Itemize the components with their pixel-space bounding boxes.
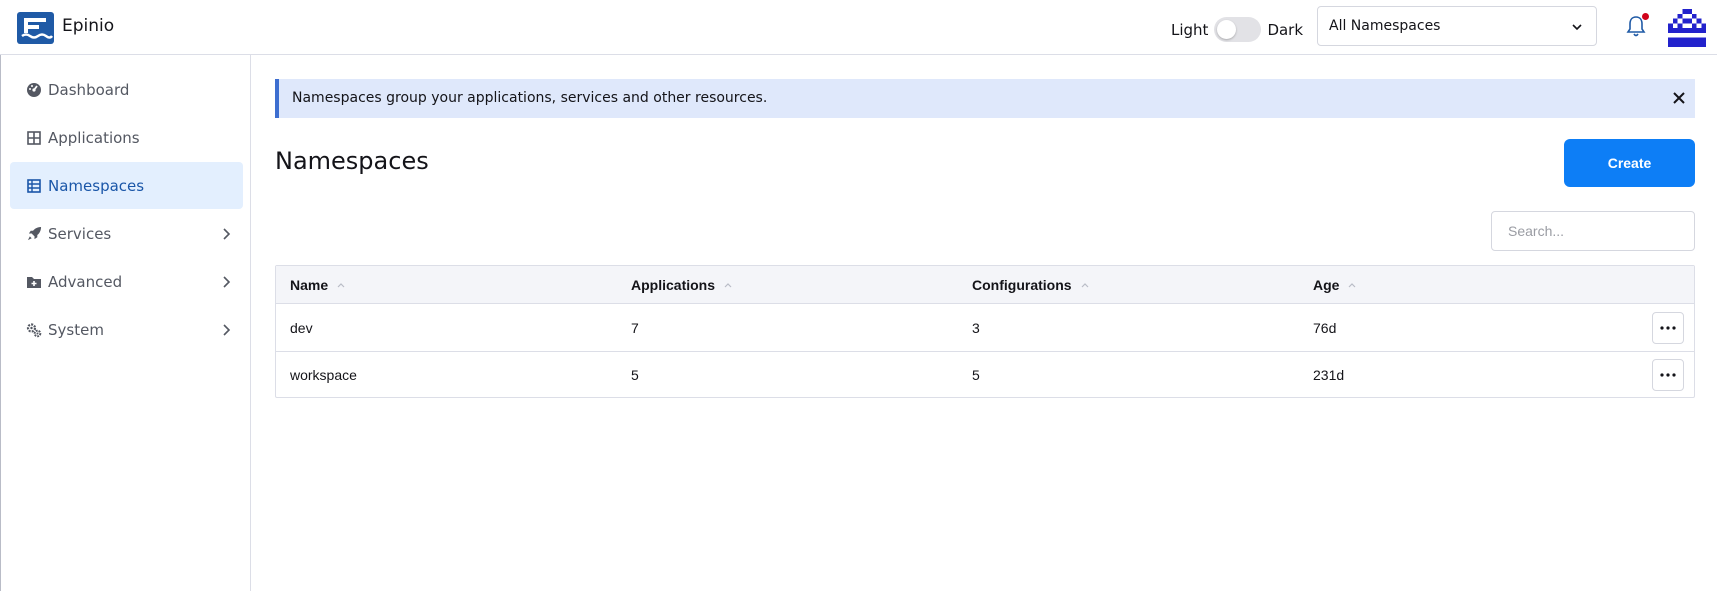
sort-up-icon [337,283,345,288]
top-header: Epinio Light Dark All Namespaces [0,0,1717,55]
cell-age: 76d [1313,320,1337,336]
theme-toggle[interactable] [1214,17,1262,42]
theme-light-label: Light [1171,20,1209,39]
avatar[interactable] [1668,9,1706,47]
cell-applications: 5 [631,367,639,383]
sort-up-icon [1349,283,1356,288]
sidebar-item-label: Namespaces [48,176,145,195]
cell-configurations: 3 [972,320,980,336]
sidebar: Dashboard Applications Namespaces Servic… [0,55,251,591]
sidebar-item-namespaces[interactable]: Namespaces [10,162,243,209]
chevron-right-icon [223,276,231,288]
banner-text: Namespaces group your applications, serv… [292,90,768,106]
chevron-right-icon [223,228,231,240]
close-icon[interactable] [1672,91,1686,105]
sort-up-icon [724,283,732,288]
sidebar-item-label: Services [48,224,112,243]
list-icon [26,178,42,194]
folder-plus-icon [26,274,42,290]
column-header-applications[interactable]: Applications [631,277,733,293]
notification-dot [1642,13,1649,20]
table-row: dev 7 3 76d [276,305,1694,352]
cell-name: workspace [290,367,357,383]
toggle-knob [1217,20,1237,39]
more-horizontal-icon [1660,326,1676,330]
sidebar-item-system[interactable]: System [10,306,243,353]
sidebar-item-dashboard[interactable]: Dashboard [10,66,243,113]
theme-switcher: Light Dark [1171,17,1303,42]
grid-icon [26,130,42,146]
namespaces-table: Name Applications Configurations Age dev… [275,265,1695,398]
cell-configurations: 5 [972,367,980,383]
page-title: Namespaces [275,147,429,175]
theme-dark-label: Dark [1267,20,1304,39]
sort-up-icon [1081,283,1088,288]
info-banner: Namespaces group your applications, serv… [275,79,1695,118]
cell-name: dev [290,320,313,336]
row-actions-button[interactable] [1652,312,1684,344]
sidebar-item-advanced[interactable]: Advanced [10,258,243,305]
cell-applications: 7 [631,320,639,336]
sidebar-item-applications[interactable]: Applications [10,114,243,161]
table-header: Name Applications Configurations Age [276,266,1694,304]
app-name: Epinio [62,16,115,36]
sidebar-item-label: System [48,320,104,339]
table-row: workspace 5 5 231d [276,352,1694,399]
row-actions-button[interactable] [1652,359,1684,391]
sidebar-item-label: Advanced [48,272,123,291]
sidebar-item-label: Applications [48,128,140,147]
column-header-name[interactable]: Name [290,277,346,293]
gears-icon [26,322,42,338]
epinio-logo-icon[interactable] [17,12,54,44]
more-horizontal-icon [1660,373,1676,377]
dashboard-icon [26,82,42,98]
chevron-right-icon [223,324,231,336]
sidebar-item-services[interactable]: Services [10,210,243,257]
namespace-select[interactable]: All Namespaces [1317,6,1597,46]
sidebar-item-label: Dashboard [48,80,130,99]
namespace-select-value: All Namespaces [1329,18,1441,34]
create-button[interactable]: Create [1564,139,1695,187]
column-label: Configurations [972,277,1072,293]
column-header-age[interactable]: Age [1313,277,1357,293]
search-input[interactable] [1491,211,1695,251]
chevron-down-icon [1572,24,1582,31]
column-label: Applications [631,277,716,293]
cell-age: 231d [1313,367,1345,383]
column-label: Age [1313,277,1340,293]
rocket-icon [26,226,42,242]
column-header-configurations[interactable]: Configurations [972,277,1090,293]
column-label: Name [290,277,329,293]
